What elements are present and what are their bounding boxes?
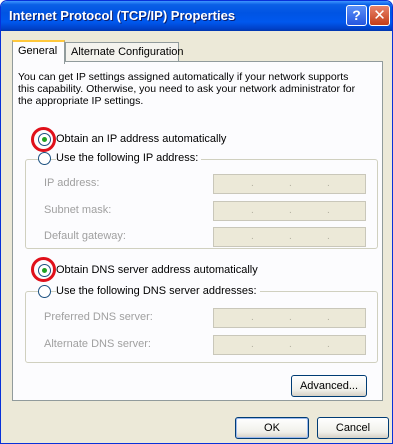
ok-button[interactable]: OK — [235, 417, 309, 439]
tab-alternate-configuration-label: Alternate Configuration — [71, 46, 184, 58]
dns-auto-radio[interactable] — [38, 264, 51, 277]
dns-manual-radio[interactable] — [38, 285, 51, 298]
title-bar[interactable]: Internet Protocol (TCP/IP) Properties ? … — [1, 1, 392, 31]
ip-manual-radio[interactable] — [38, 152, 51, 165]
subnet-mask-label: Subnet mask: — [44, 204, 112, 216]
description-text: You can get IP settings assigned automat… — [18, 71, 356, 107]
close-icon[interactable]: ✕ — [369, 5, 390, 26]
ip-address-label: IP address: — [44, 177, 100, 189]
cancel-button[interactable]: Cancel — [317, 417, 389, 439]
help-icon[interactable]: ? — [346, 5, 367, 26]
preferred-dns-label: Preferred DNS server: — [44, 311, 153, 323]
alternate-dns-label: Alternate DNS server: — [44, 338, 151, 350]
alternate-dns-field: ... — [213, 335, 366, 355]
tab-general[interactable]: General — [12, 40, 65, 64]
ip-manual-label[interactable]: Use the following IP address: — [56, 152, 202, 164]
ip-auto-radio[interactable] — [38, 133, 51, 146]
subnet-mask-field: ... — [213, 201, 366, 221]
ip-auto-label[interactable]: Obtain an IP address automatically — [56, 133, 226, 145]
preferred-dns-field: ... — [213, 308, 366, 328]
default-gateway-field: ... — [213, 227, 366, 247]
dns-auto-label[interactable]: Obtain DNS server address automatically — [56, 264, 258, 276]
dns-manual-label[interactable]: Use the following DNS server addresses: — [56, 285, 260, 297]
window-title: Internet Protocol (TCP/IP) Properties — [9, 8, 236, 23]
tab-alternate-configuration[interactable]: Alternate Configuration — [65, 42, 184, 63]
ip-address-field: ... — [213, 174, 366, 194]
advanced-button[interactable]: Advanced... — [291, 375, 367, 397]
default-gateway-label: Default gateway: — [44, 230, 126, 242]
tcpip-properties-dialog: Internet Protocol (TCP/IP) Properties ? … — [0, 0, 393, 444]
tab-general-label: General — [18, 45, 58, 57]
